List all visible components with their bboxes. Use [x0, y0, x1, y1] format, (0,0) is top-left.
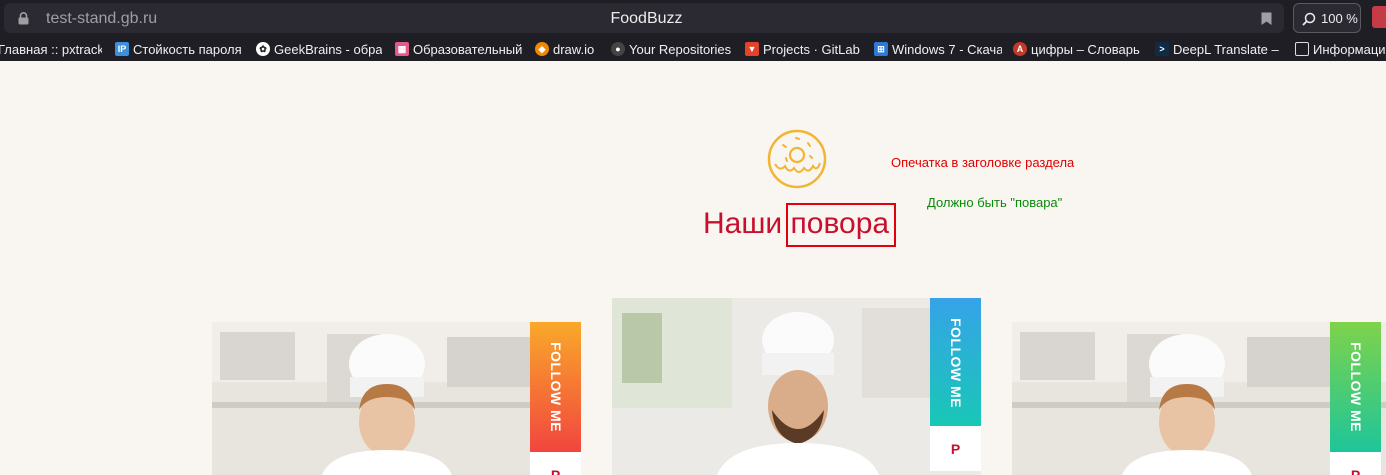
zoom-level: 100 % — [1321, 11, 1358, 26]
ip-icon: IP — [115, 42, 129, 56]
page-title: FoodBuzz — [610, 10, 683, 27]
pinterest-icon: P — [950, 440, 961, 457]
gitlab-icon: ▼ — [745, 42, 759, 56]
bookmark-item[interactable]: ● Your Repositories — [611, 41, 735, 57]
fix-annotation: Должно быть "повара" — [927, 195, 1063, 210]
lock-icon — [18, 12, 29, 25]
github-icon: ● — [611, 42, 625, 56]
chef-card: FOLLOW ME P — [212, 322, 581, 475]
follow-me-ribbon[interactable]: FOLLOW ME — [530, 322, 581, 464]
bookmark-item[interactable]: ◆ draw.io — [535, 41, 601, 57]
zoom-control[interactable]: 100 % — [1293, 3, 1361, 33]
follow-me-label: FOLLOW ME — [547, 341, 564, 433]
drawio-icon: ◆ — [535, 42, 549, 56]
bookmark-item[interactable]: ▼ Projects · GitLab — [745, 41, 863, 57]
pinterest-button[interactable]: P — [1330, 452, 1381, 475]
geekbrains-icon: ✿ — [256, 42, 270, 56]
zoom-icon — [1302, 12, 1316, 26]
bookmark-item[interactable]: IP Стойкость пароля — [115, 41, 243, 57]
chef-card: FOLLOW ME P — [612, 298, 981, 475]
bookmark-label: Windows 7 - Скача — [892, 41, 1002, 57]
bookmark-label: Стойкость пароля — [133, 41, 242, 57]
donut-icon — [767, 129, 827, 189]
follow-me-ribbon[interactable]: FOLLOW ME — [1330, 322, 1381, 464]
typo-highlight-box — [786, 203, 896, 247]
pinterest-button[interactable]: P — [930, 426, 981, 471]
windows-icon: ⊞ — [874, 42, 888, 56]
section-title-word-1: Наши — [703, 207, 783, 240]
bookmark-label: Projects · GitLab — [763, 41, 860, 57]
document-icon — [1295, 42, 1309, 56]
bookmark-label: цифры – Словарь — [1031, 41, 1140, 57]
bookmark-item[interactable]: Главная :: pxtracke — [0, 41, 102, 57]
pinterest-icon: P — [550, 466, 561, 475]
follow-me-label: FOLLOW ME — [1347, 341, 1364, 433]
bookmark-icon[interactable] — [1261, 12, 1272, 26]
bookmark-label: Your Repositories — [629, 41, 732, 57]
typo-annotation: Опечатка в заголовке раздела — [891, 155, 1075, 170]
chef-photo — [212, 322, 581, 475]
address-bar[interactable]: test-stand.gb.ru FoodBuzz — [4, 3, 1284, 33]
bookmark-item[interactable]: ⊞ Windows 7 - Скача — [874, 41, 1002, 57]
bookmark-label: Главная :: pxtracke — [0, 41, 102, 57]
pinterest-icon: P — [1350, 466, 1361, 475]
bookmarks-bar: Главная :: pxtracke IP Стойкость пароля … — [0, 36, 1386, 61]
chef-card: FOLLOW ME P — [1012, 322, 1386, 475]
bookmark-item[interactable]: Информаци — [1295, 41, 1386, 57]
follow-me-label: FOLLOW ME — [947, 317, 964, 409]
browser-titlebar: test-stand.gb.ru FoodBuzz 100 % — [0, 0, 1386, 36]
pinterest-button[interactable]: P — [530, 452, 581, 475]
bookmark-label: DeepL Translate – — [1173, 41, 1279, 57]
bookmark-item[interactable]: A цифры – Словарь — [1013, 41, 1141, 57]
follow-me-ribbon[interactable]: FOLLOW ME — [930, 298, 981, 440]
bookmark-item[interactable]: ✿ GeekBrains - обра — [256, 41, 382, 57]
bookmark-item[interactable]: ▦ Образовательный — [395, 41, 522, 57]
dictionary-icon: A — [1013, 42, 1027, 56]
bookmark-label: Информаци — [1313, 41, 1386, 57]
education-icon: ▦ — [395, 42, 409, 56]
url-text[interactable]: test-stand.gb.ru — [46, 10, 157, 28]
bookmark-label: draw.io — [553, 41, 595, 57]
bookmark-label: GeekBrains - обра — [274, 41, 382, 57]
bookmark-item[interactable]: > DeepL Translate – — [1155, 41, 1281, 57]
bookmark-label: Образовательный — [413, 41, 522, 57]
deepl-icon: > — [1155, 42, 1169, 56]
chef-photo — [612, 298, 981, 475]
extension-icon[interactable] — [1372, 6, 1386, 28]
